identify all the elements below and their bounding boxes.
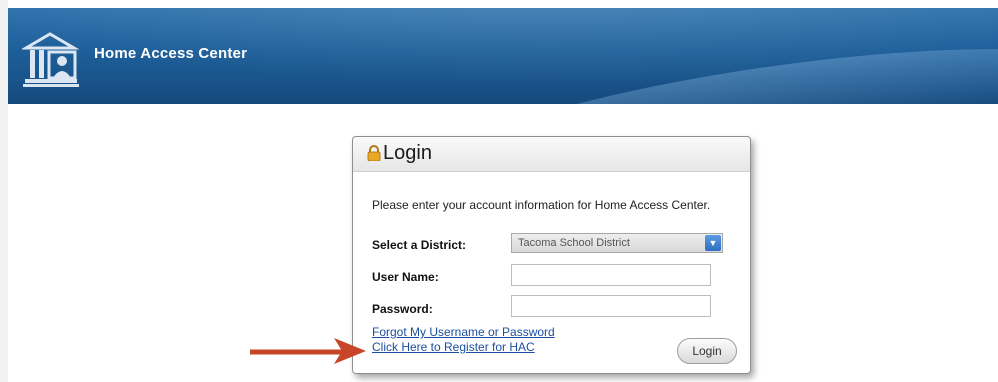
chevron-down-icon[interactable]: ▼: [705, 235, 721, 251]
district-select[interactable]: Tacoma School District ▼: [511, 233, 723, 253]
password-input[interactable]: [511, 295, 711, 317]
lock-icon: [367, 145, 381, 161]
login-panel-header: Login: [353, 137, 750, 172]
login-panel: Login Please enter your account informat…: [352, 136, 751, 374]
intro-text: Please enter your account information fo…: [372, 198, 711, 212]
header-banner: Home Access Center: [8, 8, 998, 104]
left-edge: [0, 0, 8, 382]
username-label: User Name:: [372, 270, 439, 284]
username-input[interactable]: [511, 264, 711, 286]
login-button[interactable]: Login: [677, 338, 737, 364]
building-columns-person-icon: [22, 32, 80, 87]
red-arrow-icon: [250, 338, 366, 364]
login-title: Login: [383, 142, 432, 164]
register-link[interactable]: Click Here to Register for HAC: [372, 340, 535, 354]
app-title: Home Access Center: [94, 45, 248, 62]
top-strip: [0, 0, 998, 8]
district-select-value: Tacoma School District: [518, 237, 630, 249]
forgot-credentials-link[interactable]: Forgot My Username or Password: [372, 325, 555, 339]
district-label: Select a District:: [372, 238, 467, 252]
password-label: Password:: [372, 302, 433, 316]
